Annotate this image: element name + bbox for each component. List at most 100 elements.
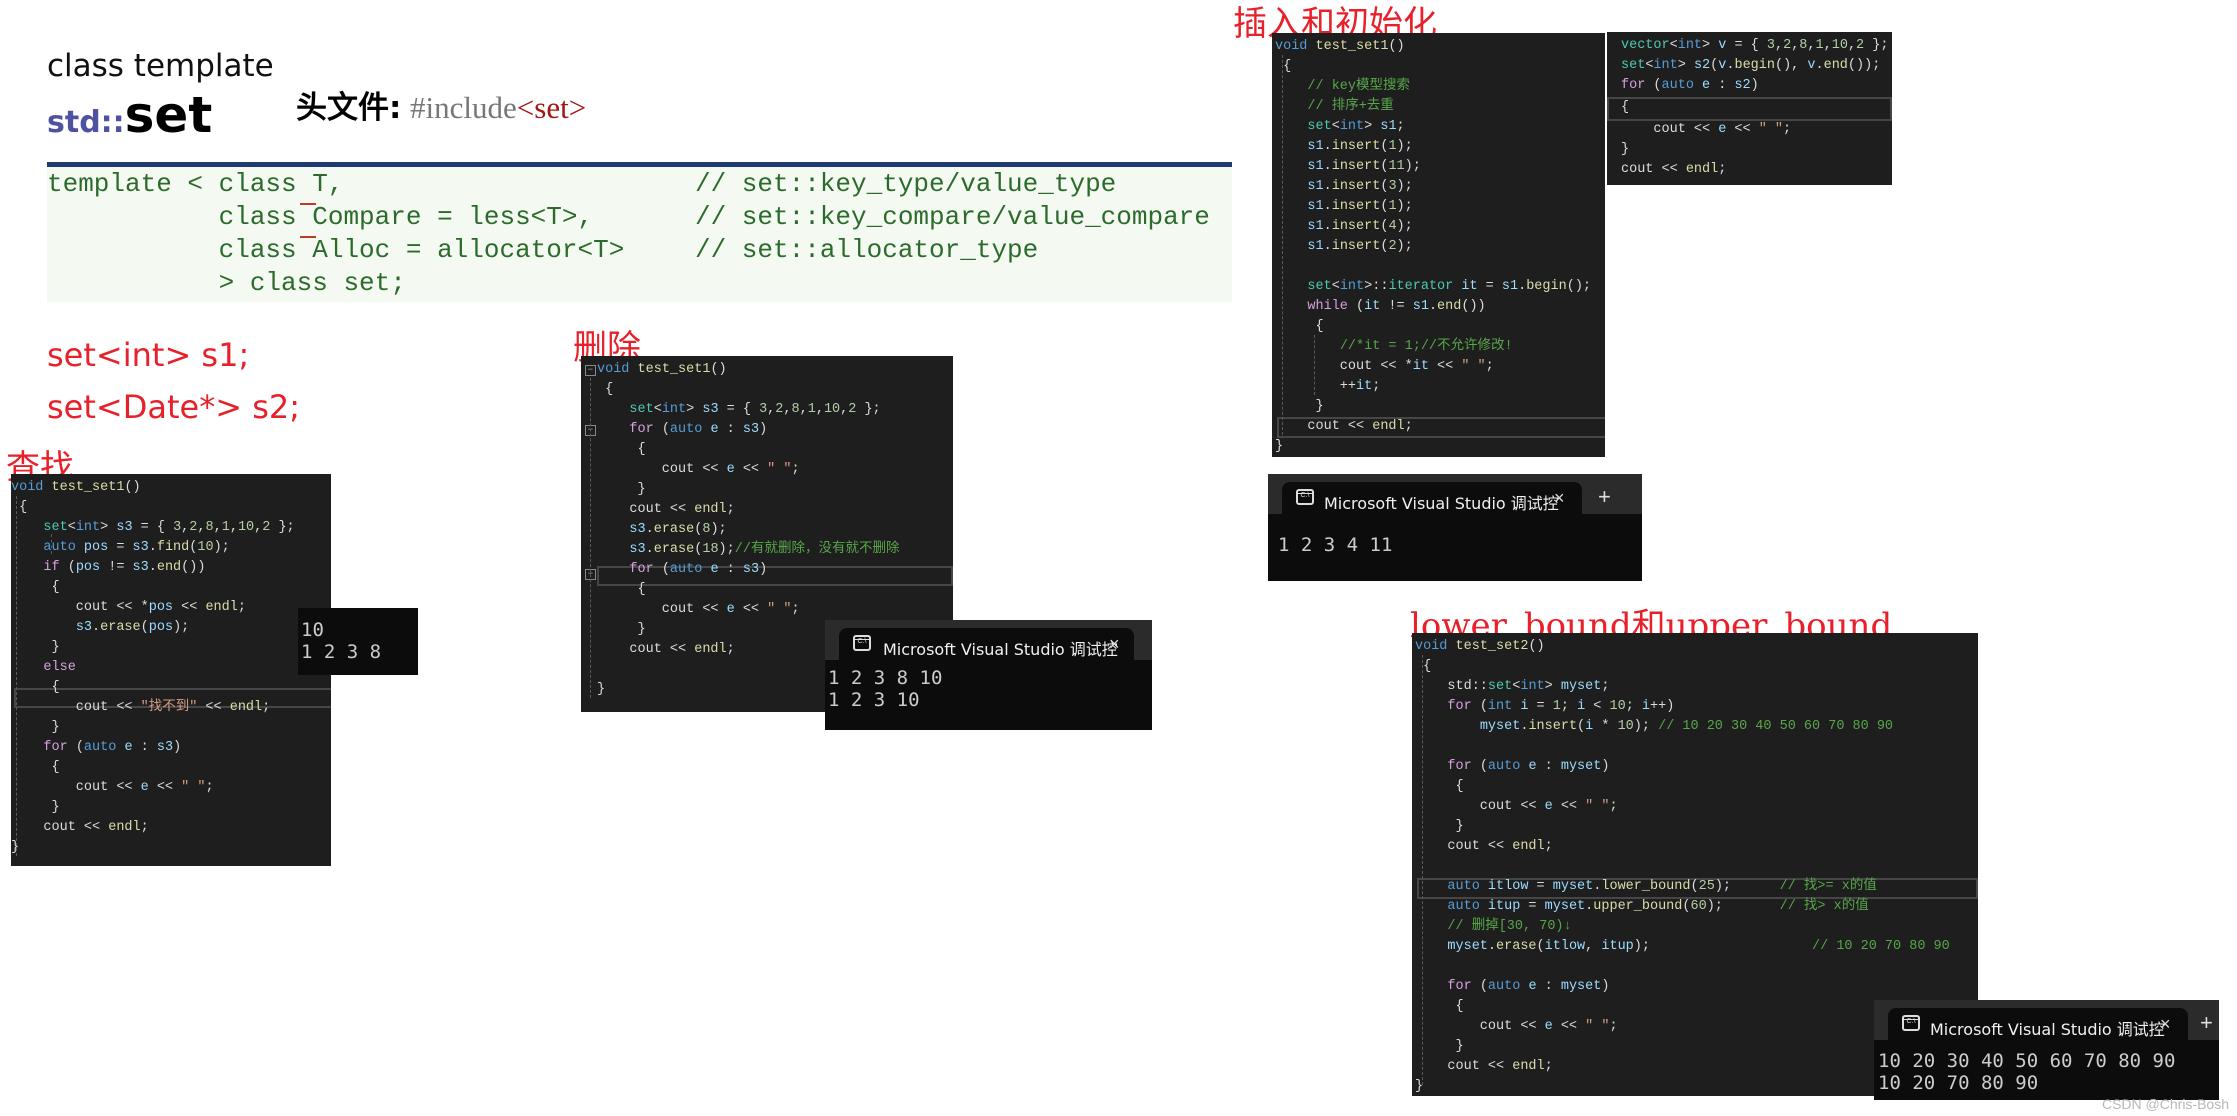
console-line: 10 20 70 80 90 [1878,1072,2039,1094]
code-line: cout << e << " "; [11,780,214,795]
code-line: // 排序+去重 [1307,99,1394,114]
indent-guide [590,378,591,698]
template-declaration: template < class T, class Compare = less… [47,167,1232,302]
code-line: for (auto e : myset) [1447,759,1610,774]
code-line: cout << endl; [1275,419,1413,434]
close-tab-icon[interactable]: × [1554,488,1565,509]
code-line: set<int> s2(v.begin(), v.end()); [1621,58,1881,73]
code-line: set<int>::iterator it = s1.begin(); [1307,279,1592,294]
code-line: cout << e << " "; [597,462,800,477]
code-line: s3.erase(18);//有就删除，没有就不删除 [629,542,900,557]
code-line: for (auto e : s3) [43,740,182,755]
code-line: { [1415,779,1464,794]
header-file-label: 头文件: [296,90,402,126]
code-line: cout << endl; [1415,839,1553,854]
code-line: s3.erase(8); [629,522,727,537]
console-window-bounds: C:\ Microsoft Visual Studio 调试控 × + 10 2… [1874,1000,2219,1100]
code-line: s1.insert(11); [1307,159,1421,174]
console-line: 10 20 30 40 50 60 70 80 90 [1878,1050,2176,1072]
code-line: { [597,382,614,397]
template-comment: // set::allocator_type [695,235,1039,265]
console-line: 1 2 3 10 [828,689,920,711]
declaration-s1: set<int> s1; [47,336,250,374]
code-line: } [1415,819,1464,834]
code-line: } [1415,1039,1464,1054]
code-line: } [11,840,20,855]
code-line: } [1415,1079,1424,1094]
console-tab-title: Microsoft Visual Studio 调试控 [883,640,1118,659]
console-line: 1 2 3 8 [301,641,382,663]
code-line: cout << endl; [1415,1059,1553,1074]
console-line: 1 2 3 8 10 [828,667,943,689]
console-tab[interactable]: C:\ Microsoft Visual Studio 调试控 × [1888,1008,2188,1042]
console-tab-title: Microsoft Visual Studio 调试控 [1324,494,1559,513]
console-tab[interactable]: C:\ Microsoft Visual Studio 调试控 × [839,628,1134,662]
class-template-label: class template [47,48,274,84]
code-line: { [11,760,60,775]
fold-toggle-icon[interactable]: − [585,365,596,376]
code-line: s1.insert(4); [1307,219,1413,234]
console-tab[interactable]: C:\ Microsoft Visual Studio 调试控 × [1282,482,1582,516]
code-line: for (auto e : myset) [1447,979,1610,994]
code-line: cout << endl; [597,502,735,517]
code-line: if (pos != s3.end()) [43,560,206,575]
code-line: else [43,660,76,675]
set-name: set [124,86,213,144]
code-line: // 删掉[30, 70)↓ [1447,919,1572,934]
spell-underline [300,236,316,238]
code-line: s1.insert(1); [1307,139,1413,154]
close-tab-icon[interactable]: × [2160,1014,2171,1035]
template-line: class Alloc = allocator<T> [47,235,625,265]
console-line: 1 2 3 4 11 [1278,534,1393,556]
header-file-note: 头文件: #include<set> [296,82,586,127]
code-line: vector<int> v = { 3,2,8,1,10,2 }; [1621,38,1889,53]
code-line: } [11,720,60,735]
code-line: { [11,680,60,695]
code-line: { [1415,659,1432,674]
code-line: s3.erase(pos); [75,620,190,635]
code-line: myset.erase(itlow, itup); // 10 20 70 80… [1447,939,1950,954]
code-line: { [11,500,28,515]
code-line: //*it = 1;//不允许修改! [1339,339,1513,354]
code-line: cout << "找不到" << endl; [11,700,271,715]
code-line: auto itlow = myset.lower_bound(25); // 找… [1447,879,1877,894]
new-tab-icon[interactable]: + [1598,484,1611,510]
code-line: set<int> s3 = { 3,2,8,1,10,2 }; [629,402,881,417]
code-line: cout << e << " "; [1621,122,1792,137]
code-line: } [597,622,646,637]
console-window-insert: C:\ Microsoft Visual Studio 调试控 × + 1 2 … [1268,474,1642,581]
code-line: void test_set1() [11,480,141,495]
declaration-s2: set<Date*> s2; [47,388,300,426]
console-window-erase: C:\ Microsoft Visual Studio 调试控 × 1 2 3 … [825,620,1152,730]
code-editor-find: void test_set1() { set<int> s3 = { 3,2,8… [11,474,331,866]
code-line: { [1621,100,1630,115]
template-line: > class set; [47,268,406,298]
code-line: { [11,580,60,595]
include-directive: #include [410,90,517,125]
code-line: for (auto e : s3) [629,422,768,437]
code-line: } [597,482,646,497]
include-target: <set> [516,90,587,125]
code-line: void test_set1() [1275,39,1405,54]
code-line: { [1275,59,1292,74]
console-tab-bar: C:\ Microsoft Visual Studio 调试控 × [825,620,1152,662]
code-line: { [1415,999,1464,1014]
code-line: auto itup = myset.upper_bound(60); // 找>… [1447,899,1869,914]
code-line: void test_set1() [597,362,727,377]
template-line: template < class T, [47,169,344,199]
new-tab-icon[interactable]: + [2200,1010,2213,1036]
code-editor-init: vector<int> v = { 3,2,8,1,10,2 }; set<in… [1607,32,1892,185]
console-tab-bar: C:\ Microsoft Visual Studio 调试控 × + [1874,1000,2219,1042]
code-line: { [1275,319,1324,334]
code-line: } [1621,142,1630,157]
spell-underline [300,203,316,205]
class-name-heading: std::set [47,90,212,140]
close-tab-icon[interactable]: × [1109,634,1120,655]
code-editor-insert: void test_set1() { // key模型搜索 // 排序+去重 s… [1272,33,1605,457]
console-output-find: 10 1 2 3 8 [298,608,418,675]
code-line: cout << endl; [597,642,735,657]
code-line: set<int> s3 = { 3,2,8,1,10,2 }; [43,520,295,535]
current-line-highlight [1607,97,1892,121]
console-tab-bar: C:\ Microsoft Visual Studio 调试控 × + [1268,474,1642,516]
code-line: cout << e << " "; [1415,1019,1618,1034]
